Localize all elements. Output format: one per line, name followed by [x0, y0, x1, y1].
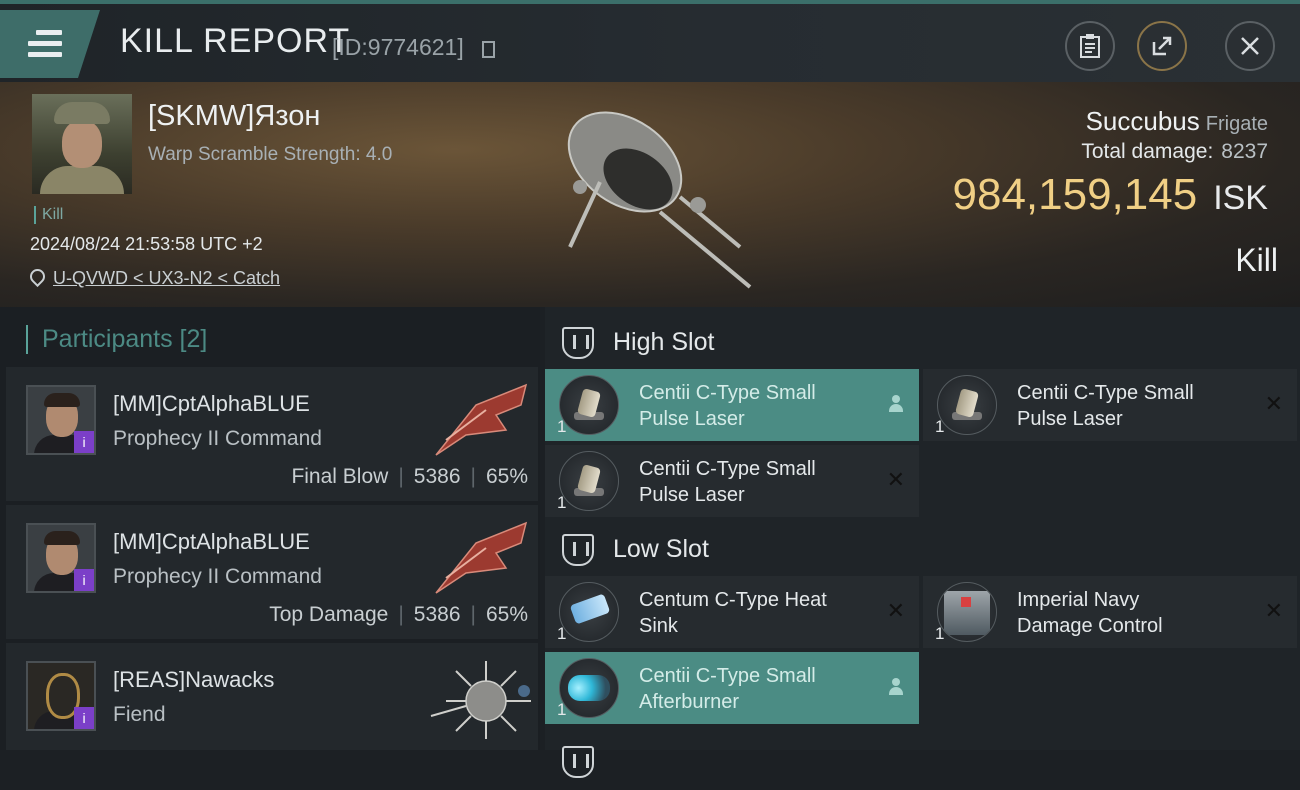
participant-name: [REAS]Nawacks: [113, 667, 275, 692]
damage-control-icon: [937, 582, 997, 642]
mid-slot-header: [545, 732, 1300, 790]
destroyed-icon: ✕: [886, 598, 905, 623]
page-title: KILL REPORT: [120, 22, 351, 60]
copy-icon[interactable]: [482, 41, 495, 58]
isk-unit: ISK: [1213, 179, 1268, 217]
total-damage: Total damage: 8237: [1081, 140, 1268, 164]
victim-ship-image: [567, 111, 752, 289]
module-quantity: 1: [557, 417, 567, 436]
kill-result: Kill: [1235, 242, 1278, 278]
participant-ship: Prophecy II Command: [113, 427, 322, 450]
module-quantity: 1: [935, 417, 945, 436]
module-item[interactable]: 1 Centii C-Type Small Pulse Laser ✕: [923, 369, 1297, 441]
module-name: Centii C-Type Small Afterburner: [639, 665, 816, 713]
module-item[interactable]: 1 Centum C-Type Heat Sink ✕: [545, 576, 919, 648]
low-slot-header: Low Slot: [545, 520, 1300, 578]
module-name: Centii C-Type Small Pulse Laser: [1017, 382, 1194, 430]
participant-ship-image: [435, 383, 528, 456]
kill-location[interactable]: U-QVWD < UX3-N2 < Catch: [26, 265, 280, 289]
victim-name[interactable]: [SKMW]Язон: [148, 100, 320, 133]
ship-class: Frigate: [1205, 113, 1268, 135]
participant-ship: Prophecy II Command: [113, 565, 322, 588]
share-button[interactable]: [1137, 21, 1187, 71]
info-badge-icon[interactable]: i: [74, 707, 94, 729]
participants-header: Participants [2]: [26, 325, 207, 354]
report-id: [ID:9774621]: [332, 34, 464, 60]
module-name: Centii C-Type Small Pulse Laser: [639, 458, 816, 506]
module-name: Centum C-Type Heat Sink: [639, 589, 827, 637]
destroyed-icon: ✕: [1264, 598, 1283, 623]
participant-row[interactable]: i [REAS]Nawacks Fiend: [6, 643, 538, 750]
hamburger-icon: [28, 30, 62, 58]
high-slot-header: High Slot: [545, 313, 1300, 371]
clipboard-button[interactable]: [1065, 21, 1115, 71]
low-slot-icon: [562, 534, 594, 566]
module-quantity: 1: [557, 493, 567, 512]
info-badge-icon[interactable]: i: [74, 431, 94, 453]
participant-avatar: i: [26, 523, 96, 593]
module-item[interactable]: 1 Imperial Navy Damage Control ✕: [923, 576, 1297, 648]
heat-sink-icon: [559, 582, 619, 642]
participant-row[interactable]: i [MM]CptAlphaBLUE Prophecy II Command T…: [6, 505, 538, 639]
participant-row[interactable]: i [MM]CptAlphaBLUE Prophecy II Command F…: [6, 367, 538, 501]
participant-ship-image: [430, 661, 531, 739]
participant-name: [MM]CptAlphaBLUE: [113, 391, 310, 416]
close-icon: [1241, 37, 1259, 55]
afterburner-icon: [559, 658, 619, 718]
destroyed-icon: ✕: [886, 467, 905, 492]
module-quantity: 1: [557, 700, 567, 719]
pulse-laser-icon: [559, 375, 619, 435]
victim-ship[interactable]: Succubus Frigate: [1086, 106, 1268, 137]
participant-name: [MM]CptAlphaBLUE: [113, 529, 310, 554]
top-bar: KILL REPORT [ID:9774621]: [0, 0, 1300, 82]
stat-label: Final Blow: [291, 465, 389, 488]
module-name: Centii C-Type Small Pulse Laser: [639, 382, 816, 430]
stat-damage: 5386: [413, 465, 461, 488]
victim-banner: [SKMW]Язон Warp Scramble Strength: 4.0 K…: [0, 82, 1300, 307]
dropped-person-icon: [889, 395, 903, 413]
total-damage-value: 8237: [1221, 140, 1268, 163]
total-damage-label: Total damage:: [1081, 140, 1214, 163]
location-pin-icon: [26, 265, 49, 288]
dropped-person-icon: [889, 678, 903, 696]
location-link[interactable]: U-QVWD < UX3-N2 < Catch: [53, 268, 280, 288]
participants-panel: Participants [2] i [MM]CptAlphaBLUE Prop…: [0, 307, 540, 750]
participant-avatar: i: [26, 661, 96, 731]
stat-damage: 5386: [413, 603, 461, 626]
pulse-laser-icon: [559, 451, 619, 511]
module-name: Imperial Navy Damage Control: [1017, 589, 1163, 637]
isk-value: 984,159,145 ISK: [953, 170, 1269, 220]
high-slot-title: High Slot: [613, 328, 715, 356]
participant-ship-image: [435, 521, 528, 594]
high-slot-icon: [562, 327, 594, 359]
module-quantity: 1: [557, 624, 567, 643]
participant-ship: Fiend: [113, 703, 166, 726]
stat-percent: 65%: [485, 465, 528, 488]
module-quantity: 1: [935, 624, 945, 643]
participant-stats: Final Blow | 5386 | 65%: [291, 465, 528, 488]
module-item[interactable]: 1 Centii C-Type Small Pulse Laser: [545, 369, 919, 441]
fitting-panel: High Slot 1 Centii C-Type Small Pulse Las…: [545, 307, 1300, 778]
mid-slot-icon: [562, 746, 594, 778]
module-item[interactable]: 1 Centii C-Type Small Pulse Laser ✕: [545, 445, 919, 517]
close-button[interactable]: [1225, 21, 1275, 71]
clipboard-icon: [1080, 34, 1100, 58]
ship-name: Succubus: [1085, 106, 1200, 136]
kill-tag: Kill: [34, 206, 63, 224]
kill-datetime: 2024/08/24 21:53:58 UTC +2: [30, 234, 263, 254]
pulse-laser-icon: [937, 375, 997, 435]
external-share-icon: [1152, 36, 1172, 56]
participant-stats: Top Damage | 5386 | 65%: [269, 603, 528, 626]
isk-amount: 984,159,145: [952, 170, 1198, 219]
menu-button[interactable]: [0, 10, 100, 78]
info-badge-icon[interactable]: i: [74, 569, 94, 591]
low-slot-title: Low Slot: [613, 535, 709, 563]
warp-scramble-strength: Warp Scramble Strength: 4.0: [148, 144, 393, 165]
victim-avatar[interactable]: [32, 94, 132, 194]
module-item[interactable]: 1 Centii C-Type Small Afterburner: [545, 652, 919, 724]
stat-label: Top Damage: [269, 603, 389, 626]
stat-percent: 65%: [485, 603, 528, 626]
destroyed-icon: ✕: [1264, 391, 1283, 416]
participant-avatar: i: [26, 385, 96, 455]
